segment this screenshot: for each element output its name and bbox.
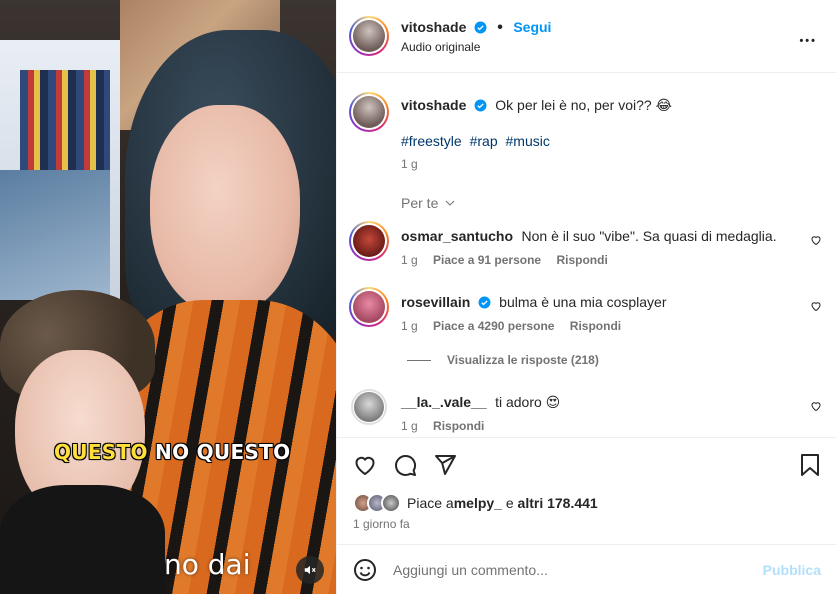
liker-avatar [381,493,401,513]
hashtag-link[interactable]: #rap [470,133,498,149]
comment-input[interactable]: Aggiungi un commento... [393,562,763,578]
hashtag-link[interactable]: #freestyle [401,133,462,149]
comment: __la._.vale__ ti adoro 😍 [401,394,560,412]
comment-time[interactable]: 1 g [401,419,418,433]
view-replies-button[interactable]: Visualizza le risposte (218) [407,353,599,367]
media-person-face [150,105,300,315]
follow-button[interactable]: Segui [513,19,551,35]
heart-icon[interactable] [810,234,822,246]
view-replies-label: Visualizza le risposte (218) [447,353,599,367]
caption-highlight-word: QUESTO [54,440,148,464]
header-separator: • [497,19,503,36]
comments-sort-dropdown[interactable]: Per te [401,195,456,211]
comment-composer: Aggiungi un commento... Pubblica [337,544,836,594]
liker-username[interactable]: melpy_ [454,495,502,511]
comment-time[interactable]: 1 g [401,253,418,267]
caption-username[interactable]: vitoshade [401,97,466,113]
comment-time[interactable]: 1 g [401,319,418,333]
likes-summary[interactable]: Piace a melpy_ e altri 178.441 [353,493,598,513]
comment-text: Non è il suo "vibe". Sa quasi di medagli… [521,228,777,244]
likes-middle: e [501,495,518,511]
bookmark-icon[interactable] [799,453,821,477]
verified-badge-icon [474,21,487,34]
sort-label: Per te [401,195,439,211]
post-date[interactable]: 1 giorno fa [353,517,410,531]
send-icon[interactable] [433,453,457,477]
caption-author-avatar[interactable] [349,92,389,132]
comment-likes[interactable]: Piace a 4290 persone [433,319,554,333]
comment-text: ti adoro 😍 [495,394,561,410]
comment-meta: 1 g Piace a 4290 persone Rispondi [401,319,621,333]
more-horizontal-icon: ••• [799,35,817,47]
comment-likes[interactable]: Piace a 91 persone [433,253,541,267]
reply-button[interactable]: Rispondi [570,319,621,333]
comment-username[interactable]: osmar_santucho [401,228,513,244]
post-side-panel: vitoshade • Segui Audio originale ••• vi… [336,0,836,594]
heart-icon[interactable] [810,300,822,312]
mute-button[interactable] [296,556,324,584]
comment: rosevillain bulma è una mia cosplayer [401,294,666,312]
caption-word: NO QUESTO [155,440,291,464]
comment: osmar_santucho Non è il suo "vibe". Sa q… [401,228,777,246]
media-bookshelf [20,70,110,170]
post-media[interactable]: QUESTO NO QUESTO no dai [0,0,336,594]
post-header: vitoshade • Segui Audio originale ••• [337,0,836,73]
replies-divider [407,359,431,361]
publish-button[interactable]: Pubblica [763,562,821,578]
likes-prefix: Piace a [407,495,454,511]
comment-username[interactable]: rosevillain [401,294,470,310]
author-avatar[interactable] [349,16,389,56]
media-wall-poster [0,170,110,300]
post-caption: vitoshade Ok per lei è no, per voi?? 😂 [401,97,672,115]
more-options-button[interactable]: ••• [799,27,817,50]
comment-text: bulma è una mia cosplayer [499,294,667,310]
caption-text: Ok per lei è no, per voi?? 😂 [495,97,672,113]
media-person-shirt [0,485,165,594]
likes-count[interactable]: altri 178.441 [518,495,598,511]
verified-badge-icon [474,99,487,112]
video-caption-overlay: QUESTO NO QUESTO [54,440,290,464]
reply-button[interactable]: Rispondi [433,419,484,433]
comment-username[interactable]: __la._.vale__ [401,394,487,410]
comment-meta: 1 g Rispondi [401,419,484,433]
heart-icon[interactable] [353,453,377,477]
heart-icon[interactable] [810,400,822,412]
commenter-avatar[interactable] [349,221,389,261]
smiley-icon[interactable] [353,558,377,582]
comment-meta: 1 g Piace a 91 persone Rispondi [401,253,608,267]
reply-button[interactable]: Rispondi [556,253,607,267]
caption-time[interactable]: 1 g [401,157,418,171]
post-actions: Piace a melpy_ e altri 178.441 1 giorno … [337,437,836,544]
commenter-avatar[interactable] [351,389,387,425]
video-subtitle: no dai [164,548,251,581]
speaker-muted-icon [304,565,316,575]
chevron-down-icon [446,200,455,206]
author-username[interactable]: vitoshade [401,19,466,35]
verified-badge-icon [478,296,491,309]
liker-avatars [353,493,401,513]
audio-label[interactable]: Audio originale [401,40,480,54]
comment-icon[interactable] [393,453,417,477]
commenter-avatar[interactable] [349,287,389,327]
hashtag-link[interactable]: #music [506,133,550,149]
caption-hashtags: #freestyle #rap #music [401,133,554,149]
